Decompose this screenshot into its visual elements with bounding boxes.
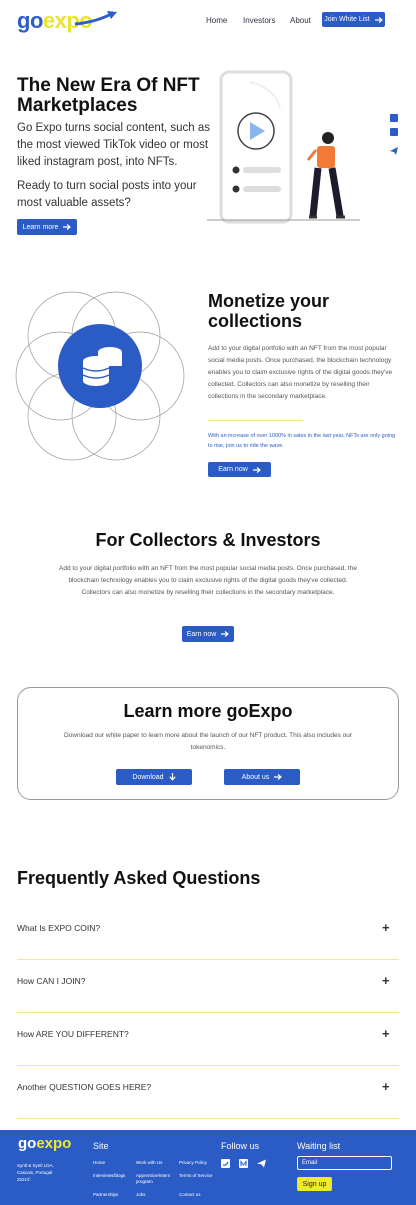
coins-illustration <box>15 291 185 461</box>
faq-question-4[interactable]: Another QUESTION GOES HERE? <box>17 1082 151 1092</box>
monetize-title: Monetize your collections <box>208 291 330 331</box>
arrow-right-icon <box>221 631 230 637</box>
telegram-icon[interactable] <box>390 147 398 155</box>
footer-follow-title: Follow us <box>221 1141 260 1151</box>
footer: goexpo Syntl & Syntl LDA, Cascais, Portu… <box>0 1130 416 1205</box>
faq-divider <box>17 1118 399 1119</box>
about-us-button[interactable]: About us <box>224 769 300 785</box>
faq-divider <box>17 1065 399 1066</box>
footer-link-apprentice[interactable]: Apprentice/Intern program <box>136 1173 176 1185</box>
nav-investors[interactable]: Investors <box>243 16 275 25</box>
collectors-body: Add to your digital portfolio with an NF… <box>59 565 357 596</box>
footer-waiting-title: Waiting list <box>297 1141 341 1151</box>
faq-divider <box>17 1012 399 1013</box>
arrow-right-icon <box>274 774 283 780</box>
footer-logo-expo: expo <box>36 1135 72 1152</box>
logo[interactable]: goexpo <box>17 8 117 34</box>
medium-icon[interactable] <box>239 1159 248 1168</box>
footer-link-jobs[interactable]: Jobs <box>136 1192 146 1197</box>
logo-arrow-icon <box>74 11 117 26</box>
divider <box>208 420 303 421</box>
join-whitelist-label: Join White List <box>324 16 370 23</box>
join-whitelist-button[interactable]: Join White List <box>322 12 385 27</box>
arrow-right-icon <box>63 224 72 230</box>
discord-icon[interactable] <box>390 114 398 122</box>
arrow-right-icon <box>252 466 261 473</box>
footer-link-home[interactable]: Home <box>93 1160 105 1165</box>
learn-title: Learn more goExpo <box>123 701 293 721</box>
waiting-email-input[interactable]: Email <box>297 1156 392 1170</box>
learn-more-label: Learn more <box>22 223 59 231</box>
arrow-right-icon <box>374 16 383 23</box>
footer-link-interviews[interactable]: Interviews/blogs <box>93 1173 125 1178</box>
earn-now-button-2[interactable]: Earn now <box>182 626 234 642</box>
monetize-body: Add to your digital portfolio with an NF… <box>208 345 393 400</box>
hero-title: The New Era Of NFT Marketplaces <box>17 75 200 116</box>
footer-link-terms[interactable]: Terms of Service <box>179 1173 213 1178</box>
logo-go: go <box>17 8 43 33</box>
earn-now-label: Earn now <box>218 466 248 473</box>
faq-title: Frequently Asked Questions <box>17 868 261 888</box>
arrow-down-icon <box>168 773 176 781</box>
footer-link-contact[interactable]: Contact us <box>179 1192 201 1197</box>
plus-icon[interactable]: + <box>382 1026 390 1041</box>
plus-icon[interactable]: + <box>382 973 390 988</box>
footer-site-title: Site <box>93 1141 109 1151</box>
twitter-icon[interactable] <box>221 1159 230 1168</box>
hero-question: Ready to turn social posts into your mos… <box>17 180 197 209</box>
download-label: Download <box>132 773 164 781</box>
footer-link-work[interactable]: Work with Us <box>136 1160 162 1165</box>
earn-now-label-2: Earn now <box>186 630 217 638</box>
plus-icon[interactable]: + <box>382 920 390 935</box>
signup-label: Sign up <box>302 1180 327 1188</box>
nav-home[interactable]: Home <box>206 16 227 25</box>
faq-question-3[interactable]: How ARE YOU DIFFERENT? <box>17 1029 129 1039</box>
medium-icon[interactable] <box>390 128 398 136</box>
footer-link-partnerships[interactable]: Partnerships <box>93 1192 118 1197</box>
signup-button[interactable]: Sign up <box>297 1177 332 1191</box>
monetize-note: With an increase of over 1000% in sales … <box>208 433 396 449</box>
telegram-icon[interactable] <box>257 1159 266 1168</box>
faq-divider <box>17 959 399 960</box>
learn-more-button[interactable]: Learn more <box>17 219 77 235</box>
plus-icon[interactable]: + <box>382 1079 390 1094</box>
hero-description: Go Expo turns social content, such as th… <box>17 122 211 168</box>
phone-illustration <box>207 70 360 224</box>
download-button[interactable]: Download <box>116 769 192 785</box>
side-social-icons <box>390 114 398 160</box>
nav-about[interactable]: About <box>290 16 311 25</box>
footer-logo-go: go <box>18 1135 37 1152</box>
email-placeholder: Email <box>302 1160 318 1166</box>
footer-address: Syntl & Syntl LDA, Cascais, Portugal 202… <box>17 1163 54 1182</box>
footer-link-privacy[interactable]: Privacy Policy <box>179 1160 207 1165</box>
learn-body: Download our white paper to learn more a… <box>63 732 353 751</box>
earn-now-button[interactable]: Earn now <box>208 462 271 477</box>
faq-question-1[interactable]: What Is EXPO COIN? <box>17 923 100 933</box>
footer-logo[interactable]: goexpo <box>18 1135 71 1152</box>
collectors-title: For Collectors & Investors <box>95 530 321 550</box>
about-us-label: About us <box>241 773 270 781</box>
faq-question-2[interactable]: How CAN I JOIN? <box>17 976 86 986</box>
